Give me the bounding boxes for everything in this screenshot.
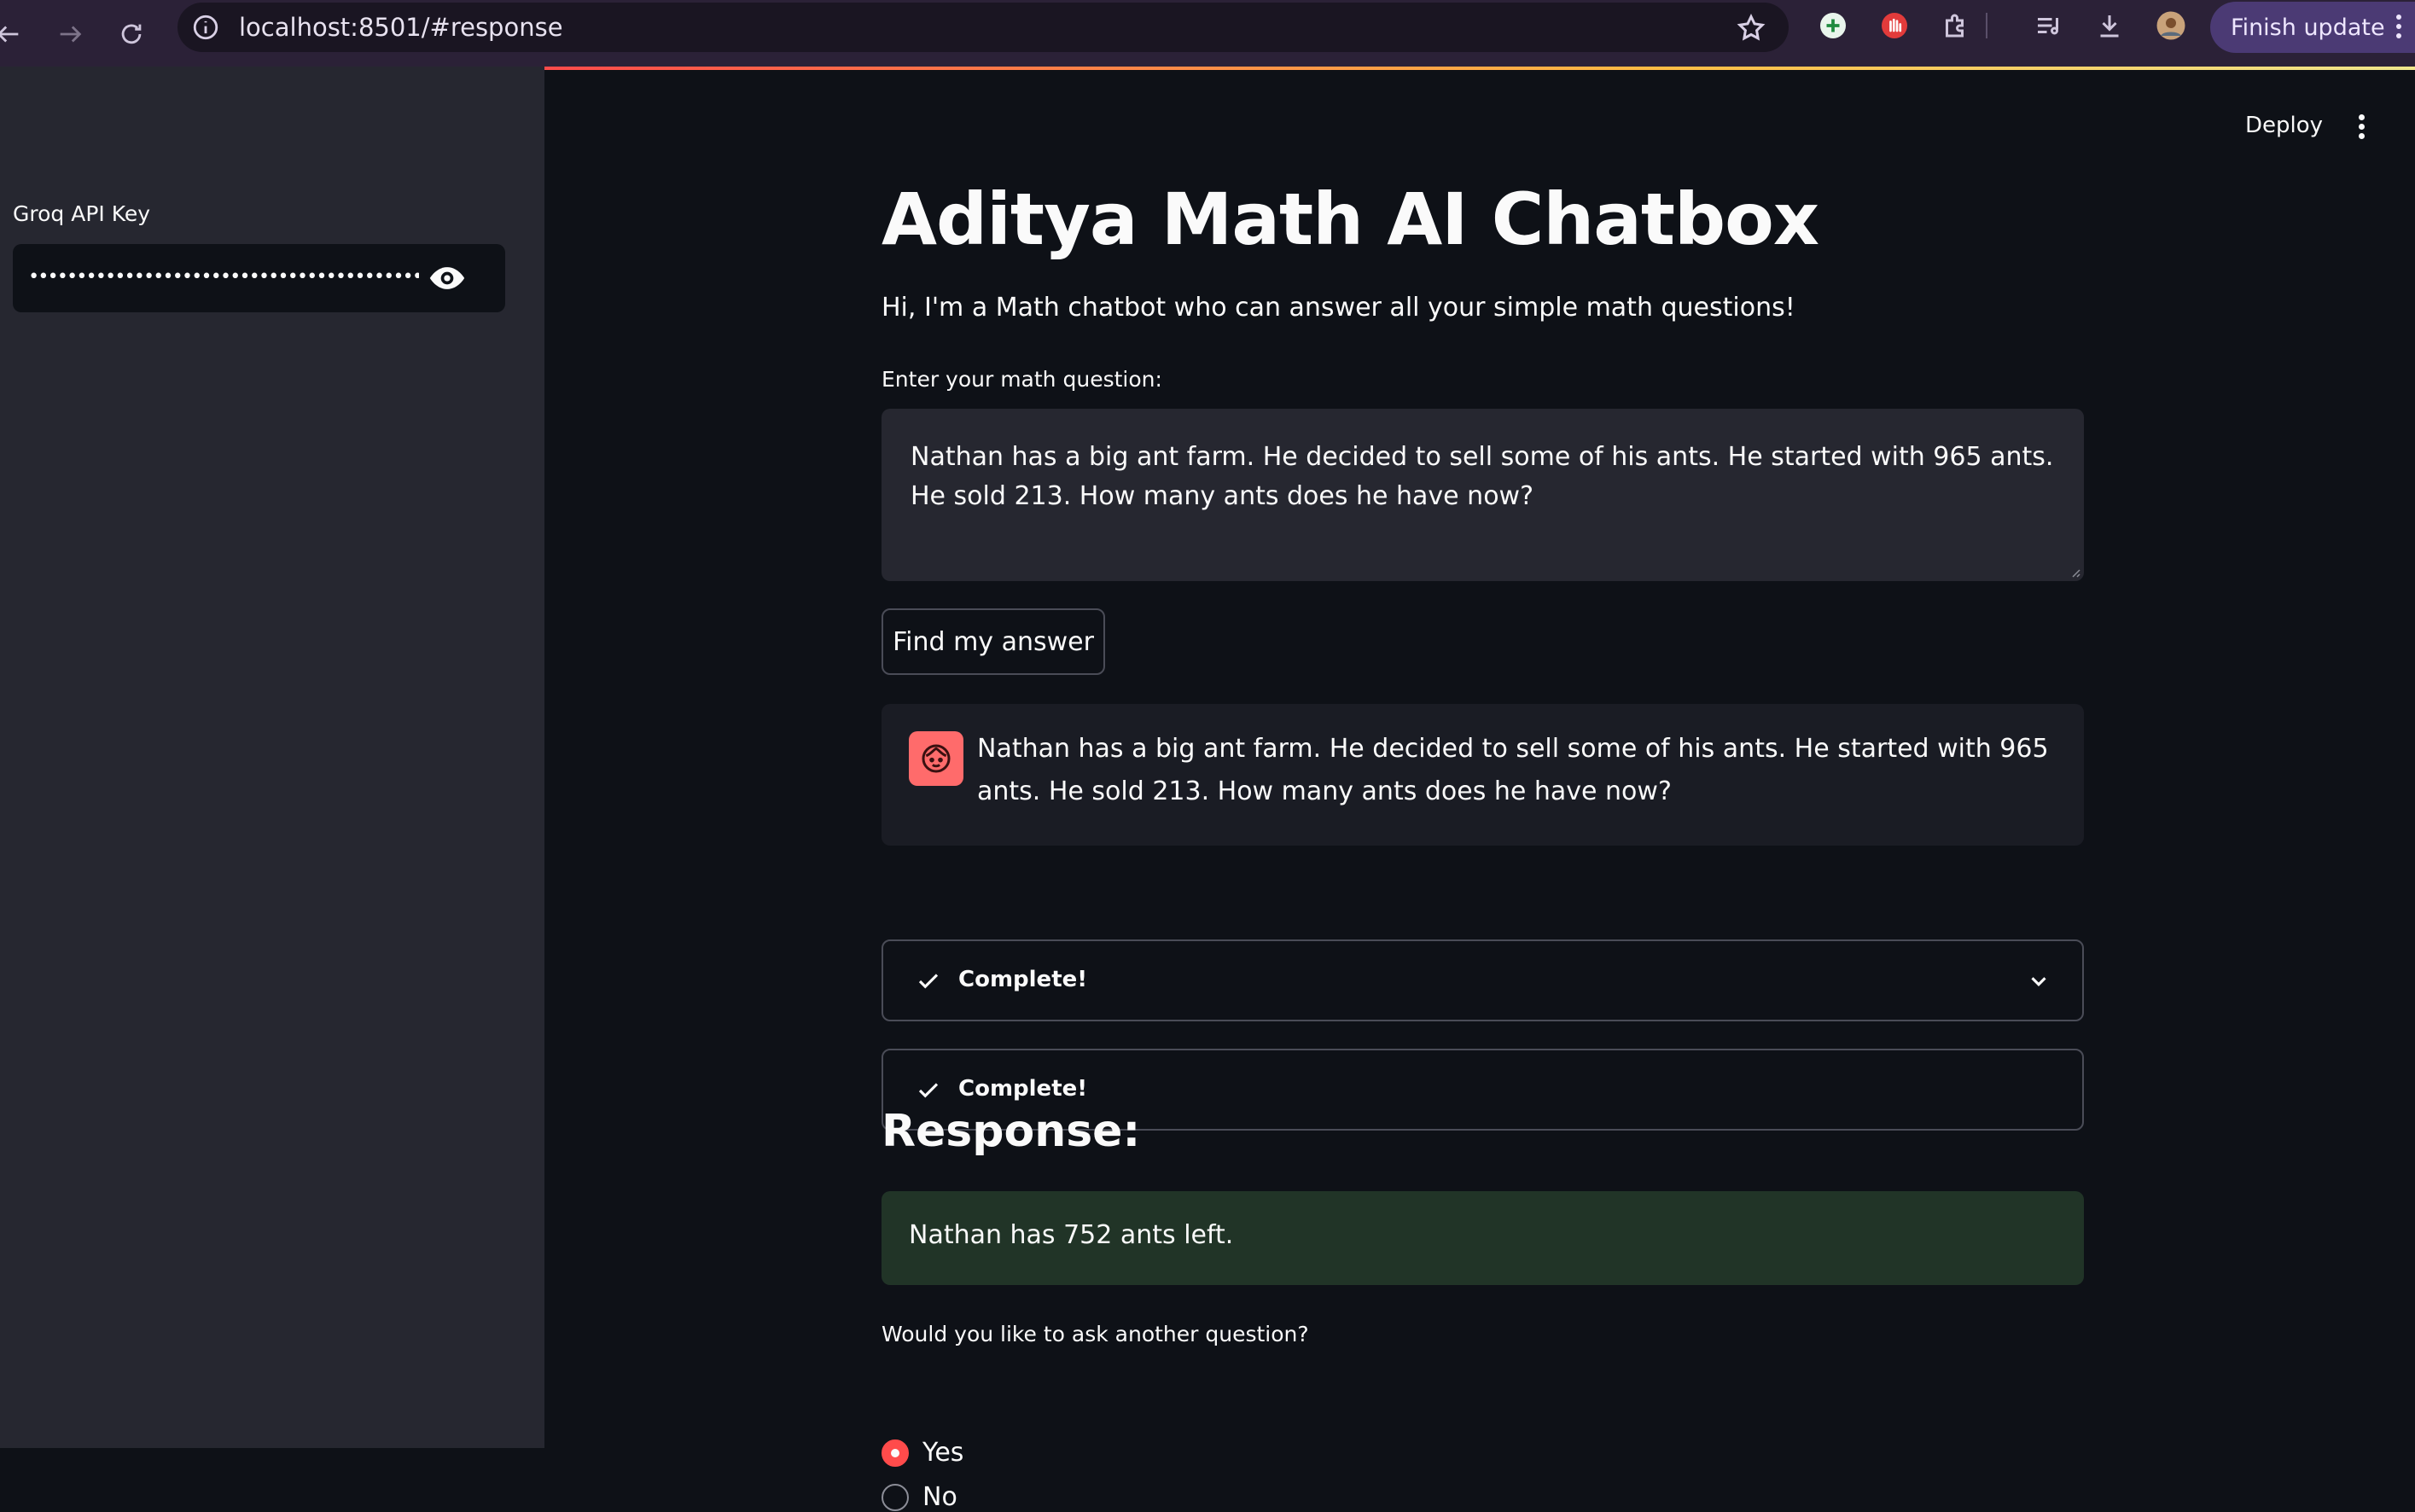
browser-toolbar: localhost:8501/#response Finish update <box>0 0 2415 67</box>
deploy-button[interactable]: Deploy <box>2245 113 2323 138</box>
finish-update-button[interactable]: Finish update <box>2210 2 2415 53</box>
response-text: Nathan has 752 ants left. <box>909 1220 1234 1250</box>
main-menu-icon[interactable] <box>2359 114 2367 140</box>
resize-handle-icon[interactable] <box>2069 566 2080 578</box>
radio-option-no[interactable]: No <box>882 1482 957 1512</box>
url-text[interactable]: localhost:8501/#response <box>239 3 563 52</box>
page-subtitle: Hi, I'm a Math chatbot who can answer al… <box>882 293 1795 323</box>
main-area: Deploy Aditya Math AI Chatbox Hi, I'm a … <box>544 67 2415 1512</box>
chevron-down-icon[interactable] <box>2026 968 2051 994</box>
question-textarea[interactable]: Nathan has a big ant farm. He decided to… <box>882 409 2084 581</box>
question-value[interactable]: Nathan has a big ant farm. He decided to… <box>911 438 2063 516</box>
status-label: Complete! <box>958 1076 1088 1102</box>
decoration-stripe <box>544 67 2415 70</box>
profile-avatar[interactable] <box>2154 9 2188 43</box>
radio-label-yes[interactable]: Yes <box>922 1438 963 1468</box>
response-success-box: Nathan has 752 ants left. <box>882 1191 2084 1285</box>
toolbar-divider <box>1985 9 1988 43</box>
extensions-puzzle-icon[interactable] <box>1939 9 1973 43</box>
radio-option-yes[interactable]: Yes <box>882 1438 963 1468</box>
check-icon <box>918 974 939 989</box>
address-bar[interactable]: localhost:8501/#response <box>177 3 1789 52</box>
finish-update-label: Finish update <box>2231 14 2385 41</box>
api-key-masked-value[interactable]: ••••••••••••••••••••••••••••••••••••••••… <box>28 265 419 290</box>
sidebar: Groq API Key •••••••••••••••••••••••••••… <box>0 67 544 1448</box>
downloads-icon[interactable] <box>2092 9 2127 43</box>
show-password-eye-icon[interactable] <box>428 259 466 297</box>
status-expander-1[interactable]: Complete! <box>882 939 2084 1021</box>
site-info-icon[interactable] <box>191 13 220 42</box>
browser-menu-icon[interactable] <box>2396 15 2403 40</box>
chat-message: Nathan has a big ant farm. He decided to… <box>882 704 2084 846</box>
api-key-input[interactable]: ••••••••••••••••••••••••••••••••••••••••… <box>13 244 505 312</box>
forward-arrow-icon[interactable] <box>46 10 94 58</box>
response-heading: Response: <box>882 1106 1141 1157</box>
back-arrow-icon[interactable] <box>0 10 32 58</box>
page-title: Aditya Math AI Chatbox <box>882 177 1819 261</box>
radio-button-selected[interactable] <box>882 1439 909 1467</box>
extension-plus-icon[interactable] <box>1816 9 1850 43</box>
api-key-label: Groq API Key <box>13 201 151 226</box>
user-avatar-icon <box>909 731 963 786</box>
radio-label-no[interactable]: No <box>922 1482 957 1512</box>
question-label: Enter your math question: <box>882 367 1162 392</box>
status-label: Complete! <box>958 967 1088 992</box>
find-answer-button[interactable]: Find my answer <box>882 608 1105 675</box>
extension-hand-icon[interactable] <box>1877 9 1912 43</box>
media-playlist-icon[interactable] <box>2031 9 2065 43</box>
check-icon <box>918 1083 939 1098</box>
another-question-label: Would you like to ask another question? <box>882 1322 1309 1346</box>
chat-message-text: Nathan has a big ant farm. He decided to… <box>977 734 2049 806</box>
bookmark-star-icon[interactable] <box>1736 13 1766 44</box>
reload-icon[interactable] <box>108 10 155 58</box>
radio-button[interactable] <box>882 1483 909 1511</box>
